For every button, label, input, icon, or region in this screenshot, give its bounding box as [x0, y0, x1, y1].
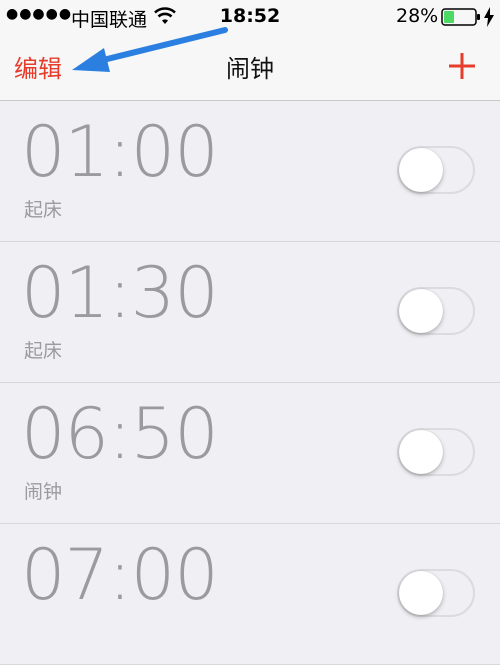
alarm-row[interactable]: 01:00 起床: [0, 101, 500, 242]
alarm-toggle[interactable]: [397, 146, 475, 194]
alarm-row[interactable]: 01:30 起床: [0, 242, 500, 383]
toggle-knob: [399, 148, 443, 192]
alarm-toggle[interactable]: [397, 569, 475, 617]
plus-icon: [449, 53, 475, 79]
alarm-label: 起床: [24, 340, 63, 362]
alarm-row[interactable]: 07:00: [0, 524, 500, 665]
charging-bolt-icon: [483, 7, 495, 32]
alarm-time: 01:30: [21, 252, 219, 334]
alarm-row[interactable]: 06:50 闹钟: [0, 383, 500, 524]
alarm-label: 闹钟: [24, 481, 63, 503]
alarm-time: 01:00: [21, 111, 219, 193]
battery-icon: [441, 8, 481, 31]
alarm-toggle[interactable]: [397, 428, 475, 476]
battery-percent: 28%: [396, 5, 439, 27]
add-alarm-button[interactable]: [448, 52, 476, 84]
alarm-list: 01:00 起床 01:30 起床 06:50 闹钟 07:00: [0, 101, 500, 665]
navigation-bar: 编辑 闹钟: [0, 34, 500, 101]
alarm-time: 07:00: [21, 534, 219, 616]
alarm-toggle[interactable]: [397, 287, 475, 335]
toggle-knob: [399, 289, 443, 333]
alarm-label: 起床: [24, 199, 63, 221]
toggle-knob: [399, 430, 443, 474]
page-title: 闹钟: [226, 55, 274, 83]
toggle-knob: [399, 571, 443, 615]
alarm-time: 06:50: [21, 393, 219, 475]
status-bar: ●●●●● 中国联通 18:52 28%: [0, 0, 500, 34]
